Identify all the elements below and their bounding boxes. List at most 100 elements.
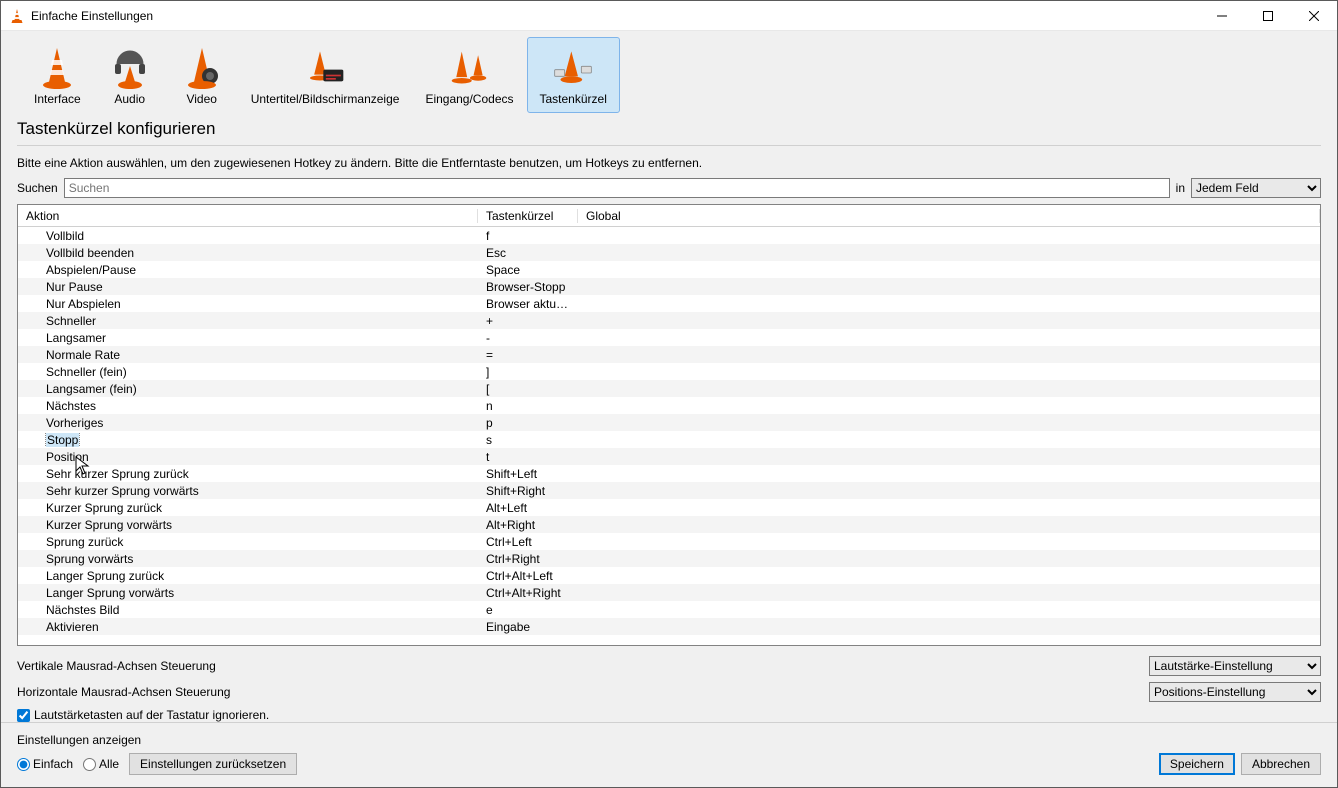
cell-hotkey: Browser-Stopp (478, 280, 578, 294)
cone-icon (37, 42, 77, 90)
table-row[interactable]: Stopps (18, 431, 1320, 448)
tab-hotkeys[interactable]: Tastenkürzel (527, 37, 620, 113)
vlc-cone-icon (9, 8, 25, 24)
table-row[interactable]: Sehr kurzer Sprung vorwärtsShift+Right (18, 482, 1320, 499)
cell-hotkey: n (478, 399, 578, 413)
window-controls (1199, 1, 1337, 30)
cell-action: Abspielen/Pause (18, 263, 478, 277)
scope-select[interactable]: Jedem Feld (1191, 178, 1321, 198)
reset-button[interactable]: Einstellungen zurücksetzen (129, 753, 297, 775)
keyboard-cone-icon (553, 42, 593, 90)
tab-label: Tastenkürzel (540, 92, 607, 106)
maximize-button[interactable] (1245, 1, 1291, 30)
table-row[interactable]: Vollbild beendenEsc (18, 244, 1320, 261)
table-row[interactable]: Sprung vorwärtsCtrl+Right (18, 550, 1320, 567)
table-row[interactable]: Langer Sprung vorwärtsCtrl+Alt+Right (18, 584, 1320, 601)
table-row[interactable]: Positiont (18, 448, 1320, 465)
tab-interface[interactable]: Interface (21, 37, 94, 113)
table-row[interactable]: Schneller (fein)] (18, 363, 1320, 380)
cell-action: Kurzer Sprung zurück (18, 501, 478, 515)
save-button[interactable]: Speichern (1159, 753, 1235, 775)
table-row[interactable]: Schneller+ (18, 312, 1320, 329)
cell-action: Position (18, 450, 478, 464)
hwheel-label: Horizontale Mausrad-Achsen Steuerung (17, 685, 1149, 699)
table-row[interactable]: Kurzer Sprung vorwärtsAlt+Right (18, 516, 1320, 533)
table-row[interactable]: Langer Sprung zurückCtrl+Alt+Left (18, 567, 1320, 584)
radio-all[interactable]: Alle (83, 757, 119, 771)
show-settings-group: Einstellungen anzeigen Einfach Alle Eins… (17, 733, 297, 775)
show-settings-title: Einstellungen anzeigen (17, 733, 297, 747)
tab-input-codecs[interactable]: Eingang/Codecs (412, 37, 526, 113)
cell-hotkey: t (478, 450, 578, 464)
cell-action: Nächstes (18, 399, 478, 413)
cell-action: Nur Abspielen (18, 297, 478, 311)
ignore-volume-keys[interactable]: Lautstärketasten auf der Tastatur ignori… (17, 708, 1321, 722)
search-input[interactable] (64, 178, 1170, 198)
search-label: Suchen (17, 181, 58, 195)
ignore-volume-checkbox[interactable] (17, 709, 30, 722)
cancel-button[interactable]: Abbrechen (1241, 753, 1321, 775)
cell-action: Langer Sprung zurück (18, 569, 478, 583)
search-row: Suchen in Jedem Feld (17, 178, 1321, 198)
col-global[interactable]: Global (578, 209, 1320, 223)
vwheel-label: Vertikale Mausrad-Achsen Steuerung (17, 659, 1149, 673)
col-action[interactable]: Aktion (18, 209, 478, 223)
cell-hotkey: p (478, 416, 578, 430)
ignore-volume-label: Lautstärketasten auf der Tastatur ignori… (34, 708, 269, 722)
cell-action: Langsamer (18, 331, 478, 345)
cell-hotkey: [ (478, 382, 578, 396)
cell-hotkey: Shift+Left (478, 467, 578, 481)
table-row[interactable]: Sprung zurückCtrl+Left (18, 533, 1320, 550)
table-row[interactable]: Nur AbspielenBrowser aktuali... (18, 295, 1320, 312)
tab-subtitles[interactable]: Untertitel/Bildschirmanzeige (238, 37, 413, 113)
table-row[interactable]: Vollbildf (18, 227, 1320, 244)
cell-action: Nur Pause (18, 280, 478, 294)
col-hotkey[interactable]: Tastenkürzel (478, 209, 578, 223)
subtitle-cone-icon (305, 42, 345, 90)
tab-label: Audio (114, 92, 145, 106)
table-row[interactable]: Langsamer- (18, 329, 1320, 346)
cell-hotkey: - (478, 331, 578, 345)
table-row[interactable]: Normale Rate= (18, 346, 1320, 363)
cell-action: Normale Rate (18, 348, 478, 362)
cell-action: Sehr kurzer Sprung zurück (18, 467, 478, 481)
radio-simple[interactable]: Einfach (17, 757, 73, 771)
cell-action: Langsamer (fein) (18, 382, 478, 396)
cell-hotkey: Eingabe (478, 620, 578, 634)
cell-hotkey: Browser aktuali... (478, 297, 578, 311)
cell-hotkey: f (478, 229, 578, 243)
hint-text: Bitte eine Aktion auswählen, um den zuge… (17, 156, 1321, 170)
cell-action: Nächstes Bild (18, 603, 478, 617)
cell-action: Vollbild (18, 229, 478, 243)
table-body[interactable]: VollbildfVollbild beendenEscAbspielen/Pa… (18, 227, 1320, 645)
table-row[interactable]: Vorherigesp (18, 414, 1320, 431)
cell-action: Vollbild beenden (18, 246, 478, 260)
cell-hotkey: + (478, 314, 578, 328)
cell-action: Schneller (fein) (18, 365, 478, 379)
tab-audio[interactable]: Audio (94, 37, 166, 113)
tab-video[interactable]: Video (166, 37, 238, 113)
table-row[interactable]: Sehr kurzer Sprung zurückShift+Left (18, 465, 1320, 482)
table-row[interactable]: Nur PauseBrowser-Stopp (18, 278, 1320, 295)
cell-action: Sehr kurzer Sprung vorwärts (18, 484, 478, 498)
wheel-controls: Vertikale Mausrad-Achsen Steuerung Lauts… (17, 646, 1321, 722)
tab-label: Video (186, 92, 216, 106)
minimize-button[interactable] (1199, 1, 1245, 30)
cell-hotkey: Ctrl+Alt+Right (478, 586, 578, 600)
table-row[interactable]: Abspielen/PauseSpace (18, 261, 1320, 278)
cell-action: Langer Sprung vorwärts (18, 586, 478, 600)
in-label: in (1176, 181, 1185, 195)
cell-hotkey: Shift+Right (478, 484, 578, 498)
category-toolbar: Interface Audio Video Untertitel/Bildsch… (1, 31, 1337, 113)
table-row[interactable]: Nächstes Bilde (18, 601, 1320, 618)
vwheel-select[interactable]: Lautstärke-Einstellung (1149, 656, 1321, 676)
table-row[interactable]: Kurzer Sprung zurückAlt+Left (18, 499, 1320, 516)
hwheel-select[interactable]: Positions-Einstellung (1149, 682, 1321, 702)
close-button[interactable] (1291, 1, 1337, 30)
divider (17, 145, 1321, 146)
table-row[interactable]: Nächstesn (18, 397, 1320, 414)
film-cone-icon (182, 42, 222, 90)
cell-action: Aktivieren (18, 620, 478, 634)
table-row[interactable]: Langsamer (fein)[ (18, 380, 1320, 397)
table-row[interactable]: AktivierenEingabe (18, 618, 1320, 635)
